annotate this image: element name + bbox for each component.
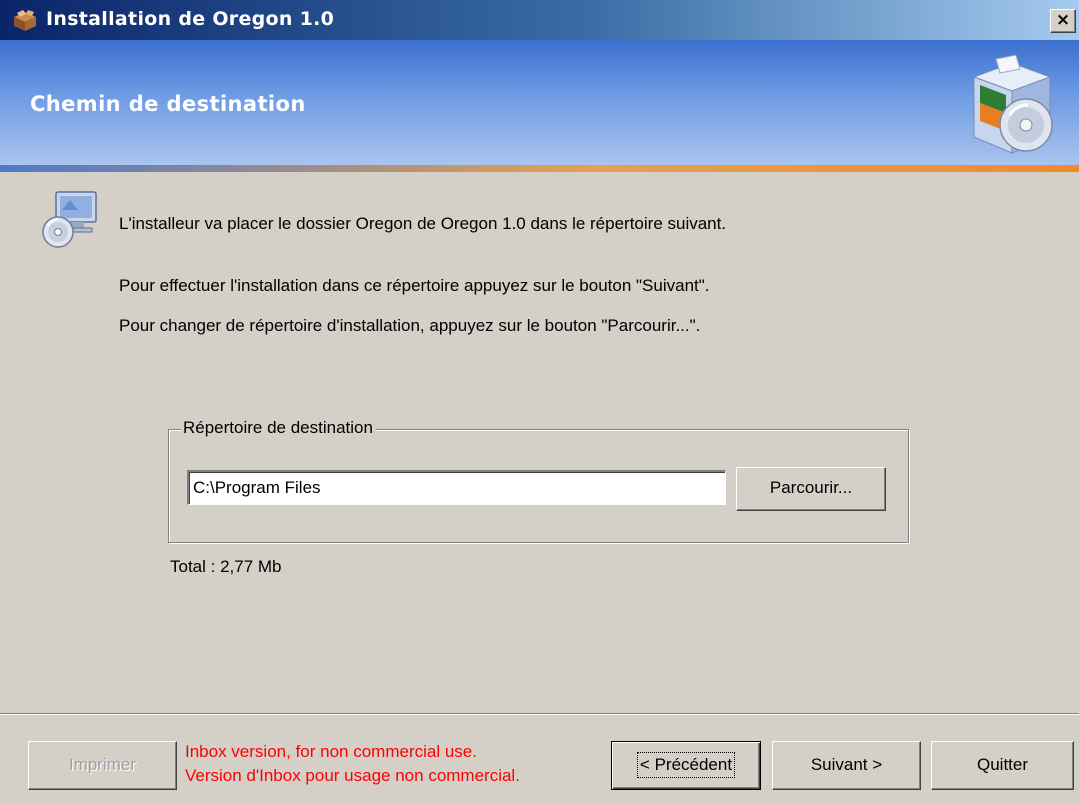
total-size-label: Total : 2,77 Mb [170, 557, 282, 576]
close-button[interactable]: × [1050, 9, 1076, 33]
banner-accent-stripe [0, 165, 1079, 172]
license-notice: Inbox version, for non commercial use. V… [185, 740, 520, 788]
page-title: Chemin de destination [30, 92, 306, 116]
intro-text: L'installeur va placer le dossier Oregon… [119, 214, 727, 233]
back-button-label: < Précédent [636, 752, 736, 778]
title-bar[interactable]: Installation de Oregon 1.0 × [0, 0, 1079, 40]
license-notice-line-2: Version d'Inbox pour usage non commercia… [185, 766, 520, 785]
next-button[interactable]: Suivant > [772, 741, 921, 790]
software-box-cd-icon [972, 55, 1053, 154]
installer-box-icon [14, 10, 36, 31]
destination-group-label: Répertoire de destination [181, 418, 376, 438]
quit-button[interactable]: Quitter [931, 741, 1074, 790]
browse-button[interactable]: Parcourir... [736, 467, 886, 511]
instruction-browse-text: Pour changer de répertoire d'installatio… [119, 316, 701, 335]
footer-separator [0, 713, 1079, 715]
window-title: Installation de Oregon 1.0 [46, 8, 335, 30]
print-button[interactable]: Imprimer [28, 741, 177, 790]
computer-cd-icon [42, 191, 97, 248]
instruction-next-text: Pour effectuer l'installation dans ce ré… [119, 276, 710, 295]
back-button[interactable]: < Précédent [611, 741, 761, 790]
destination-path-input[interactable] [187, 470, 726, 505]
license-notice-line-1: Inbox version, for non commercial use. [185, 742, 477, 761]
